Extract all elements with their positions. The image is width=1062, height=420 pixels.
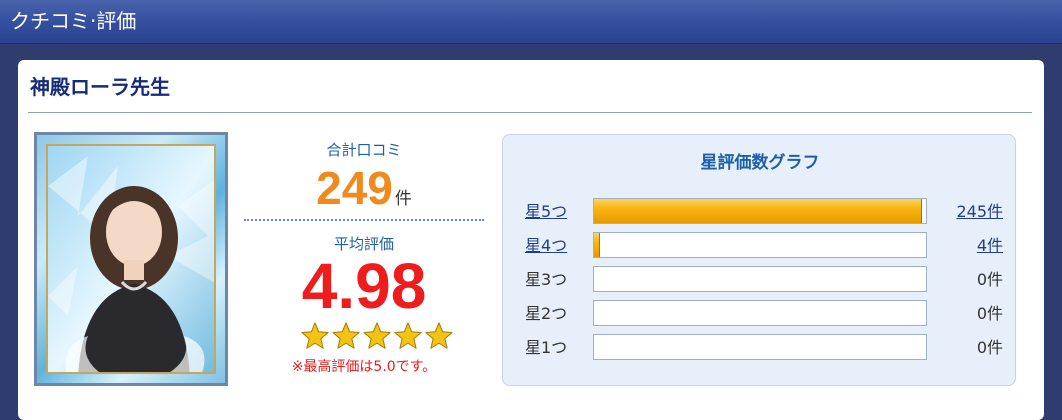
name-divider [28,112,1032,113]
summary-divider [244,219,484,221]
average-rating-score: 4.98 [301,250,427,322]
star-icon [301,322,329,349]
rating-count-5-stars[interactable]: 245件 [956,201,1003,223]
section-title: クチコミ·評価 [10,9,137,33]
rating-count-3-stars: 0件 [976,270,1003,289]
rating-bar-4-stars [593,232,927,258]
rating-graph: 星評価数グラフ 星5つ 245件 星4つ 4件 星3つ 0件 星2つ 0件 星1… [502,134,1016,386]
graph-row-1-star: 星1つ 0件 [503,334,1017,362]
rating-bar-fill-5-stars [594,199,922,223]
teacher-name: 神殿ローラ先生 [30,75,170,99]
rating-label-2-stars: 星2つ [525,304,568,323]
rating-bar-2-stars [593,300,927,326]
star-icon [332,322,360,349]
graph-row-4-stars: 星4つ 4件 [503,232,1017,260]
rating-label-3-stars: 星3つ [525,270,568,289]
total-reviews: 249 件 [242,162,486,214]
rating-label-4-stars[interactable]: 星4つ [525,235,567,257]
rating-bar-fill-4-stars [594,233,600,257]
star-icon [394,322,422,349]
graph-row-5-stars: 星5つ 245件 [503,198,1017,226]
total-reviews-unit: 件 [394,189,412,209]
graph-row-2-stars: 星2つ 0件 [503,300,1017,328]
review-card: 神殿ローラ先生 合計口コミ 249 件 平均評価 4.98 ※最高評価は5.0で… [18,60,1044,420]
star-icon [363,322,391,349]
graph-row-3-stars: 星3つ 0件 [503,266,1017,294]
max-rating-note: ※最高評価は5.0です。 [291,359,437,375]
rating-stars [300,321,454,353]
rating-label-5-stars[interactable]: 星5つ [525,201,567,223]
rating-bar-1-star [593,334,927,360]
rating-bar-5-stars [593,198,927,224]
total-reviews-label: 合計口コミ [326,141,402,159]
rating-graph-title: 星評価数グラフ [700,153,820,173]
section-header: クチコミ·評価 [0,0,1062,44]
star-icon [425,322,453,349]
teacher-portrait [48,146,214,372]
rating-count-4-stars[interactable]: 4件 [977,235,1003,257]
rating-count-2-stars: 0件 [976,304,1003,323]
review-summary: 合計口コミ 249 件 平均評価 4.98 ※最高評価は5.0です。 [242,140,486,380]
rating-bar-3-stars [593,266,927,292]
total-reviews-count: 249 [316,162,393,214]
rating-count-1-star: 0件 [976,338,1003,357]
photo-inner-frame [46,144,216,374]
rating-label-1-star: 星1つ [525,338,568,357]
teacher-photo [34,132,228,386]
